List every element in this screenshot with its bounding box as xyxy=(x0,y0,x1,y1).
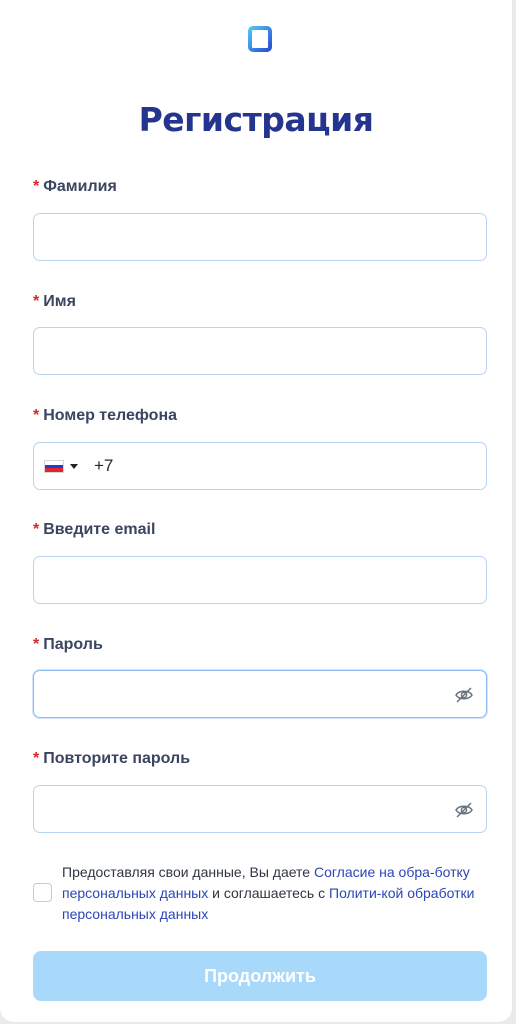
required-mark: * xyxy=(33,293,40,310)
consent-checkbox[interactable] xyxy=(33,883,52,902)
repeat-password-input[interactable] xyxy=(34,786,486,832)
consent-text: Предоставляя свои данные, Вы даете Согла… xyxy=(62,864,475,922)
required-mark: * xyxy=(33,636,40,653)
caret-down-icon xyxy=(70,464,78,469)
password-field[interactable] xyxy=(33,670,487,718)
eye-slash-icon[interactable] xyxy=(454,800,474,820)
email-input[interactable] xyxy=(34,557,486,603)
continue-button[interactable]: Продолжить xyxy=(33,951,487,1001)
chip-logo-icon xyxy=(230,14,290,66)
repeat-password-field[interactable] xyxy=(33,785,487,833)
email-label: * Введите email xyxy=(33,521,156,538)
repeat-password-label: * Повторите пароль xyxy=(33,750,191,767)
last-name-field[interactable] xyxy=(33,213,487,261)
required-mark: * xyxy=(33,521,40,538)
first-name-input[interactable] xyxy=(34,328,486,374)
registration-card: Регистрация * Фамилия * Имя * Номер телефон… xyxy=(0,0,512,1022)
last-name-input[interactable] xyxy=(34,214,486,260)
password-input[interactable] xyxy=(34,671,486,717)
phone-field[interactable]: +7 xyxy=(33,442,487,490)
first-name-label: * Имя xyxy=(33,293,76,310)
phone-prefix: +7 xyxy=(94,456,114,475)
russia-flag-icon xyxy=(44,460,64,473)
first-name-field[interactable] xyxy=(33,327,487,375)
email-field[interactable] xyxy=(33,556,487,604)
eye-slash-icon[interactable] xyxy=(454,685,474,705)
last-name-label: * Фамилия xyxy=(33,178,117,195)
required-mark: * xyxy=(33,407,40,424)
country-selector[interactable] xyxy=(44,460,80,474)
phone-label: * Номер телефона xyxy=(33,407,178,424)
required-mark: * xyxy=(33,178,40,195)
required-mark: * xyxy=(33,750,40,767)
page-title: Регистрация xyxy=(138,100,374,139)
password-label: * Пароль xyxy=(33,636,103,653)
